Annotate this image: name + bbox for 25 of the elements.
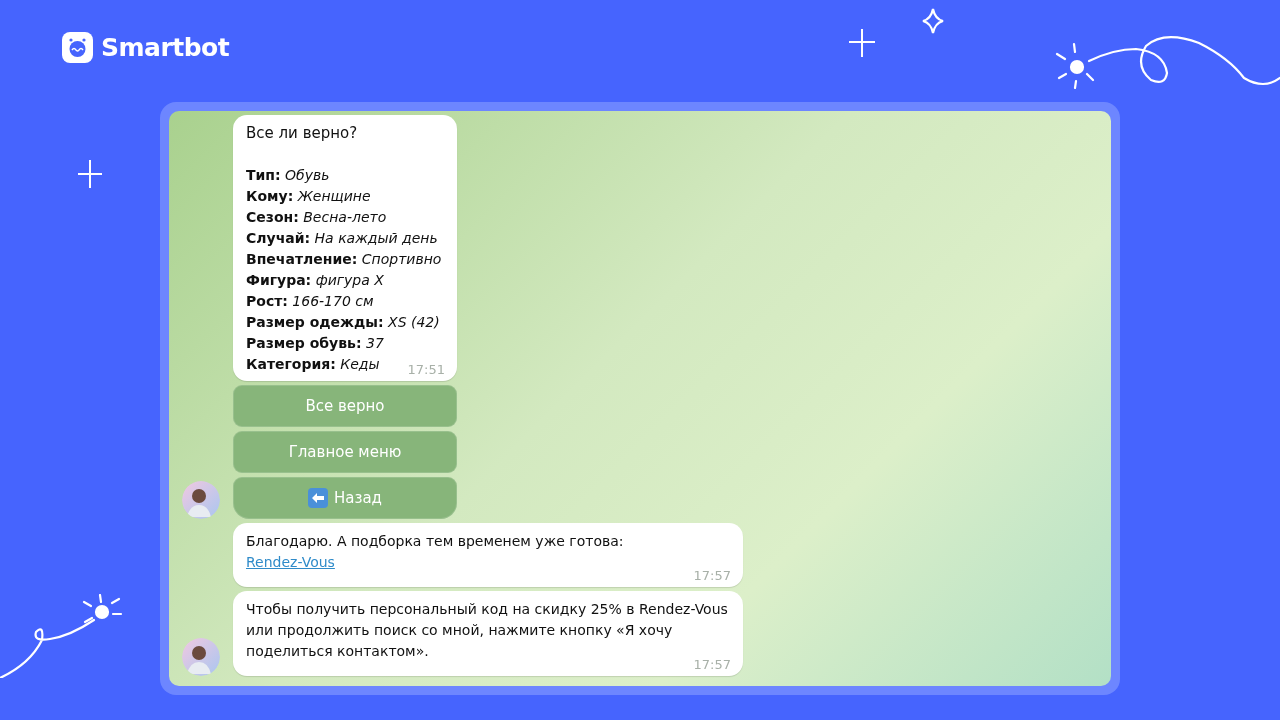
keyboard-button[interactable]: Назад bbox=[233, 477, 457, 519]
detail-line: Фигура: фигура X bbox=[246, 271, 384, 290]
sparkle-icon bbox=[78, 160, 102, 188]
star-icon bbox=[922, 8, 944, 34]
detail-line: Впечатление: Спортивно bbox=[246, 250, 442, 269]
keyboard-button[interactable]: Главное меню bbox=[233, 431, 457, 473]
message-time: 17:51 bbox=[407, 361, 445, 379]
brand-name: Smartbot bbox=[101, 33, 230, 62]
detail-line: Сезон: Весна-лето bbox=[246, 208, 387, 227]
message-text: Благодарю. А подборка тем временем уже готова: bbox=[246, 533, 624, 549]
message-time: 17:57 bbox=[693, 567, 731, 585]
keyboard-button[interactable]: Все верно bbox=[233, 385, 457, 427]
message-title: Все ли верно? bbox=[246, 123, 359, 144]
detail-line: Кому: Женщине bbox=[246, 187, 371, 206]
message-time: 17:57 bbox=[693, 656, 731, 674]
detail-line: Размер одежды: XS (42) bbox=[246, 313, 440, 332]
detail-line: Случай: На каждый день bbox=[246, 229, 438, 248]
detail-line: Тип: Обувь bbox=[246, 166, 330, 185]
detail-line: Рост: 166-170 см bbox=[246, 292, 374, 311]
shop-link[interactable]: Rendez-Vous bbox=[246, 554, 335, 570]
detail-line: Категория: Кеды bbox=[246, 355, 380, 374]
detail-line: Размер обувь: 37 bbox=[246, 334, 384, 353]
sparkle-icon bbox=[849, 29, 875, 57]
message-text: Чтобы получить персональный код на скидку 25% в Rendez-Vous или продолжить поиск со мной, нажмите кнопку «Я хочу поделиться контактом». bbox=[246, 601, 728, 659]
robot-logo-icon bbox=[62, 32, 93, 63]
